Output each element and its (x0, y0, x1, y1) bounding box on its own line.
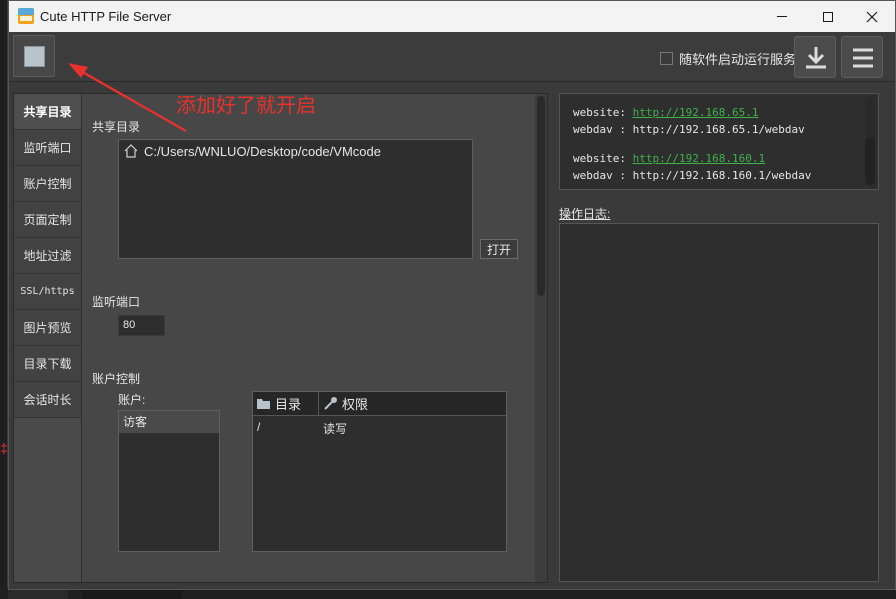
tab-image-preview[interactable]: 图片预览 (14, 310, 82, 346)
tab-listen-port[interactable]: 监听端口 (14, 130, 82, 166)
account-item[interactable]: 访客 (119, 411, 219, 433)
stop-square-icon (24, 46, 45, 67)
column-dir[interactable]: 目录 (253, 392, 319, 415)
log-label: 操作日志: (559, 207, 611, 221)
info-scrollbar-thumb[interactable] (865, 137, 875, 185)
tab-shared-dir[interactable]: 共享目录 (14, 94, 82, 130)
server-address-panel: website: http://192.168.65.1 webdav : ht… (559, 93, 879, 190)
app-window: Cute HTTP File Server 随软件启动运行服务 共享目录 监听端… (8, 0, 896, 590)
row-dir: / (257, 420, 261, 434)
tab-page-custom[interactable]: 页面定制 (14, 202, 82, 238)
autostart-label: 随软件启动运行服务 (679, 52, 797, 67)
info-key: webdav : (573, 169, 626, 182)
column-dir-label: 目录 (275, 397, 302, 412)
info-key: website: (573, 106, 626, 119)
annotation-text: 添加好了就开启 (176, 93, 316, 117)
title-bar[interactable]: Cute HTTP File Server (9, 1, 895, 32)
account-list[interactable]: 访客 (118, 410, 220, 552)
window-title: Cute HTTP File Server (40, 9, 172, 24)
minimize-icon (777, 16, 787, 17)
info-line: website: http://192.168.65.1 (573, 106, 758, 119)
tab-session-duration[interactable]: 会话时长 (14, 382, 82, 418)
webdav-url: http://192.168.160.1/webdav (632, 169, 812, 182)
background-red-mark: ‡ (0, 440, 8, 456)
webdav-url: http://192.168.65.1/webdav (632, 123, 805, 136)
close-button[interactable] (849, 1, 895, 32)
settings-panel: 共享目录 监听端口 账户控制 页面定制 地址过滤 SSL/https 图片预览 … (13, 93, 548, 583)
listen-port-heading: 监听端口 (92, 295, 141, 309)
folder-icon (257, 399, 270, 409)
shared-dir-path: C:/Users/WNLUO/Desktop/code/VMcode (144, 143, 381, 159)
port-input[interactable]: 80 (118, 315, 165, 336)
shared-dir-list[interactable]: C:/Users/WNLUO/Desktop/code/VMcode (118, 139, 473, 259)
column-permission-label: 权限 (342, 397, 369, 412)
tab-account-control[interactable]: 账户控制 (14, 166, 82, 202)
start-stop-button[interactable] (13, 35, 55, 77)
toolbar: 随软件启动运行服务 (9, 32, 895, 82)
tabs-filler (14, 418, 82, 582)
autostart-checkbox[interactable] (660, 52, 673, 65)
key-icon (324, 397, 337, 410)
shared-dir-heading: 共享目录 (92, 120, 141, 134)
maximize-button[interactable] (805, 1, 851, 32)
account-control-heading: 账户控制 (92, 372, 141, 386)
hamburger-menu-icon (853, 48, 873, 68)
info-key: webdav : (573, 123, 626, 136)
info-line: webdav : http://192.168.160.1/webdav (573, 169, 811, 182)
shared-dir-entry[interactable]: C:/Users/WNLUO/Desktop/code/VMcode (123, 143, 381, 159)
info-key: website: (573, 152, 626, 165)
tab-ssl-https[interactable]: SSL/https (14, 274, 82, 310)
open-dir-button[interactable]: 打开 (480, 239, 518, 259)
table-row[interactable]: / 读写 (253, 418, 506, 438)
permission-table[interactable]: 目录 权限 / 读写 (252, 391, 507, 552)
settings-scrollbar[interactable] (535, 94, 547, 582)
permission-table-header: 目录 权限 (253, 392, 506, 416)
website-link[interactable]: http://192.168.160.1 (633, 152, 765, 165)
tab-dir-download[interactable]: 目录下载 (14, 346, 82, 382)
home-icon (124, 144, 138, 158)
scrollbar-thumb[interactable] (537, 96, 545, 296)
website-link[interactable]: http://192.168.65.1 (633, 106, 759, 119)
minimize-button[interactable] (759, 1, 805, 32)
menu-button[interactable] (841, 36, 883, 78)
autostart-option[interactable]: 随软件启动运行服务 (660, 49, 796, 68)
accounts-label: 账户: (118, 393, 146, 407)
column-permission[interactable]: 权限 (320, 392, 506, 415)
row-permission: 读写 (323, 422, 348, 436)
info-scrollbar[interactable] (865, 97, 875, 185)
close-icon (866, 11, 878, 22)
maximize-icon (823, 11, 833, 22)
log-panel[interactable] (559, 223, 879, 582)
download-icon (806, 47, 826, 69)
info-line: website: http://192.168.160.1 (573, 152, 765, 165)
app-icon (18, 8, 34, 24)
info-line: webdav : http://192.168.65.1/webdav (573, 123, 805, 136)
settings-tabs: 共享目录 监听端口 账户控制 页面定制 地址过滤 SSL/https 图片预览 … (14, 94, 82, 582)
tab-address-filter[interactable]: 地址过滤 (14, 238, 82, 274)
background-window-edge (0, 0, 8, 599)
download-button[interactable] (794, 36, 836, 78)
